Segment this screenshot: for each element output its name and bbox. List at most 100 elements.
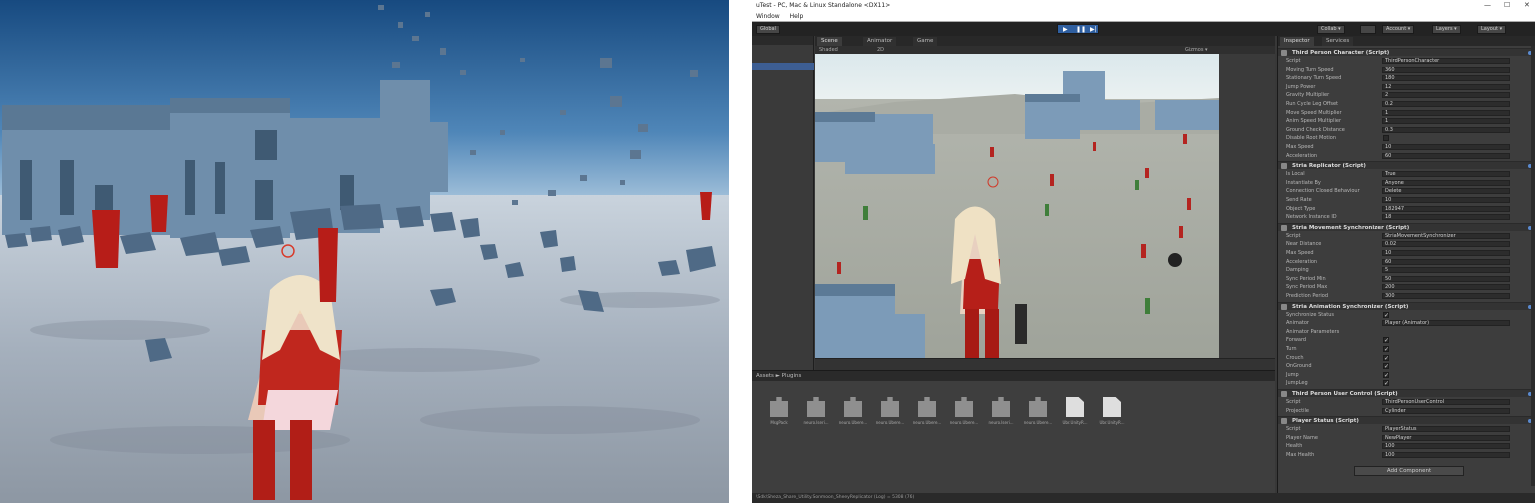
breadcrumb-assets[interactable]: Assets (756, 373, 774, 379)
breadcrumb-plugins[interactable]: Plugins (782, 373, 802, 379)
property-value[interactable]: Delete (1382, 188, 1510, 195)
property-row: Move Speed Multiplier 1 (1278, 109, 1535, 117)
property-value[interactable]: Cylinder (1382, 407, 1510, 414)
property-value[interactable]: 60 (1382, 152, 1510, 159)
shading-mode-dropdown[interactable]: Shaded (819, 46, 838, 54)
property-value[interactable]: 182947 (1382, 205, 1510, 212)
tab-game[interactable]: Game (913, 37, 938, 46)
inspector-scrollbar[interactable] (1531, 46, 1535, 486)
project-breadcrumb: Assets ► Plugins (752, 371, 1275, 381)
property-checkbox[interactable]: ✓ (1383, 363, 1389, 370)
property-row: Jump ✓ (1278, 371, 1535, 379)
status-bar: \Sdk\Sheza_Share_Utility.Sonmoon_SheeyRe… (752, 493, 1535, 503)
add-component-button[interactable]: Add Component (1354, 466, 1464, 476)
property-value[interactable]: NewPlayer (1382, 434, 1510, 441)
property-value[interactable]: 10 (1382, 144, 1510, 150)
component-header[interactable]: Third Person User Control (Script) (1278, 389, 1535, 397)
property-value[interactable]: Anyone (1382, 179, 1510, 186)
property-value[interactable]: 1 (1382, 109, 1510, 116)
property-checkbox[interactable]: ✓ (1383, 354, 1389, 361)
property-value[interactable]: 100 (1382, 443, 1510, 450)
collab-button[interactable]: Collab ▾ (1317, 25, 1345, 34)
property-label: Connection Closed Behaviour (1286, 188, 1360, 195)
maximize-button[interactable]: ☐ (1504, 0, 1510, 10)
asset-item[interactable]: neuro.Ubere... (1023, 397, 1053, 425)
property-checkbox[interactable] (1383, 135, 1389, 142)
play-icon[interactable]: ▶ (1063, 26, 1068, 33)
hierarchy-selected-item[interactable] (752, 63, 814, 70)
property-value[interactable]: 10 (1382, 250, 1510, 256)
menu-help[interactable]: Help (790, 13, 804, 20)
property-value[interactable]: 0.3 (1382, 126, 1510, 133)
tab-scene[interactable]: Scene (817, 37, 842, 46)
property-checkbox[interactable]: ✓ (1383, 337, 1389, 344)
property-value[interactable]: 180 (1382, 75, 1510, 82)
hierarchy-header (752, 36, 813, 45)
gizmos-dropdown[interactable]: Gizmos ▾ (1185, 46, 1208, 54)
property-value[interactable]: 360 (1382, 66, 1510, 73)
property-value[interactable]: 200 (1382, 284, 1510, 291)
property-value[interactable]: Player (Animator) (1382, 320, 1510, 327)
cloud-icon[interactable] (1360, 25, 1376, 34)
account-button[interactable]: Account ▾ (1382, 25, 1415, 34)
2d-toggle[interactable]: 2D (877, 46, 884, 54)
asset-item[interactable]: MsgPack (764, 397, 794, 425)
property-checkbox[interactable]: ✓ (1383, 371, 1389, 378)
property-value[interactable]: 100 (1382, 452, 1510, 458)
property-checkbox[interactable]: ✓ (1383, 311, 1389, 318)
property-row: Jump Power 12 (1278, 83, 1535, 91)
layers-button[interactable]: Layers ▾ (1432, 25, 1461, 34)
asset-item[interactable]: neuro.Ubere... (912, 397, 942, 425)
property-row: Animator Parameters (1278, 328, 1535, 336)
property-row: Script PlayerStatus (1278, 425, 1535, 433)
property-value[interactable]: PlayerStatus (1382, 426, 1510, 433)
asset-item[interactable]: neuro.Ubere... (875, 397, 905, 425)
asset-item[interactable]: neuro.Iseri... (801, 397, 831, 425)
tab-animator[interactable]: Animator (863, 37, 897, 46)
property-value[interactable]: 0.2 (1382, 101, 1510, 107)
property-value[interactable]: 300 (1382, 293, 1510, 299)
tab-services[interactable]: Services (1322, 37, 1354, 46)
asset-item[interactable]: neuro.Ubere... (838, 397, 868, 425)
step-icon[interactable]: ▶| (1090, 26, 1097, 33)
property-value[interactable]: ThirdPersonUserControl (1382, 399, 1510, 405)
menu-window[interactable]: Window (756, 13, 780, 20)
component-header[interactable]: Player Status (Script) (1278, 416, 1535, 425)
property-value[interactable]: 10 (1382, 197, 1510, 203)
property-value[interactable]: StriaMovementSynchronizer (1382, 232, 1510, 239)
layout-button[interactable]: Layout ▾ (1477, 25, 1507, 34)
property-row: Connection Closed Behaviour Delete (1278, 187, 1535, 195)
asset-item[interactable]: neuro.Iseri... (986, 397, 1016, 425)
property-value[interactable]: ThirdPersonCharacter (1382, 58, 1510, 64)
property-value[interactable]: 1 (1382, 118, 1510, 125)
main-toolbar: Global ▶ ❚❚ ▶| Collab ▾ Account ▾ Layers… (752, 22, 1535, 36)
minimize-button[interactable]: — (1484, 0, 1491, 10)
pause-icon[interactable]: ❚❚ (1076, 26, 1086, 33)
property-checkbox[interactable]: ✓ (1383, 346, 1389, 353)
property-label: Player Name (1286, 434, 1318, 441)
asset-item[interactable]: neuro.Ubere... (949, 397, 979, 425)
property-value[interactable]: 0.02 (1382, 241, 1510, 248)
property-value[interactable]: 18 (1382, 214, 1510, 221)
component-header[interactable]: Stria Animation Synchronizer (Script) (1278, 301, 1535, 310)
property-value[interactable]: True (1382, 171, 1510, 178)
property-value[interactable]: 60 (1382, 258, 1510, 265)
property-value[interactable]: 2 (1382, 92, 1510, 99)
hierarchy-panel (752, 36, 814, 370)
viewport-scrollbar[interactable] (815, 358, 1275, 370)
component-header[interactable]: Third Person Character (Script) (1278, 48, 1535, 56)
scene-viewport[interactable] (815, 54, 1219, 358)
asset-item[interactable]: Ubr.UnityR... (1097, 397, 1127, 425)
component-header[interactable]: Stria Movement Synchronizer (Script) (1278, 222, 1535, 231)
property-label: Jump (1286, 371, 1299, 378)
property-value[interactable]: 12 (1382, 83, 1510, 90)
tab-inspector[interactable]: Inspector (1280, 37, 1314, 46)
asset-item[interactable]: Ubr.UnityR... (1060, 397, 1090, 425)
property-label: Crouch (1286, 354, 1304, 361)
property-value[interactable]: 5 (1382, 267, 1510, 274)
pivot-global-button[interactable]: Global (756, 25, 780, 34)
property-checkbox[interactable]: ✓ (1383, 380, 1389, 387)
component-header[interactable]: Stria Replicator (Script) (1278, 161, 1535, 170)
close-button[interactable]: ✕ (1524, 0, 1530, 10)
property-value[interactable]: 50 (1382, 275, 1510, 282)
